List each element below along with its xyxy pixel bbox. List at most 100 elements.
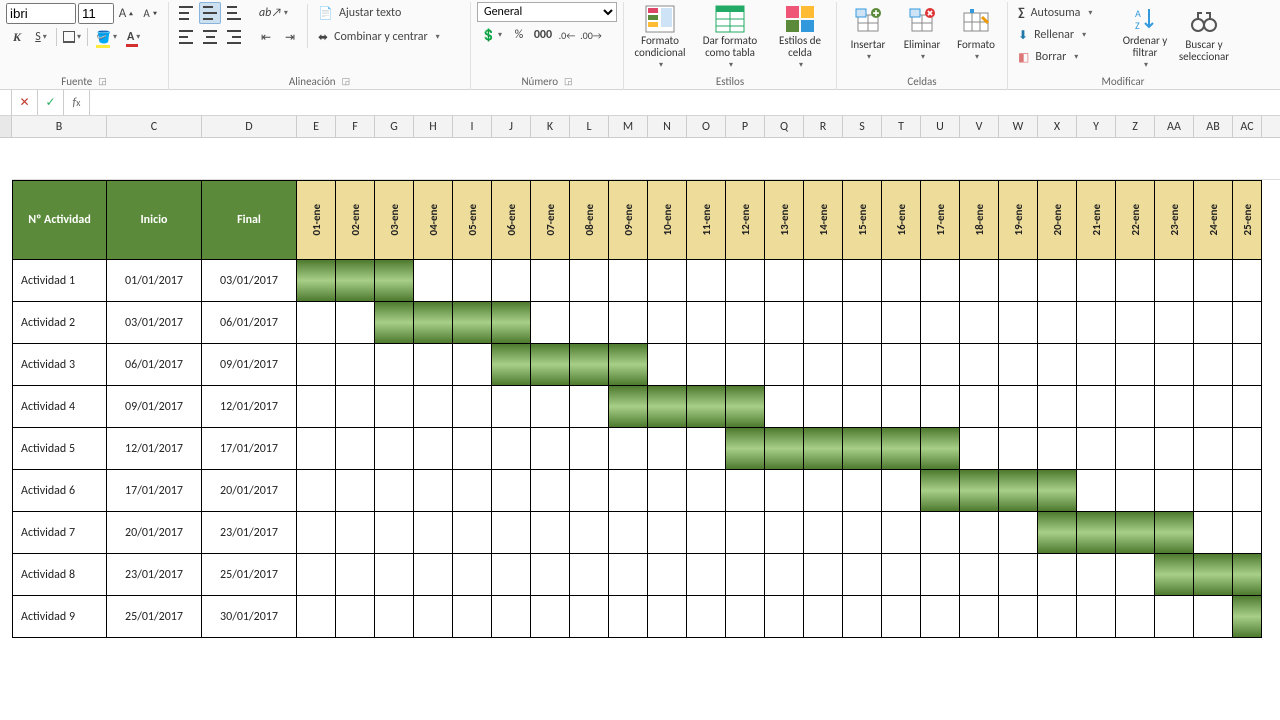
gantt-empty-cell[interactable] — [1077, 344, 1116, 386]
gantt-bar-cell[interactable] — [999, 470, 1038, 512]
font-size-select[interactable] — [78, 3, 114, 24]
conditional-format-button[interactable]: Formato condicional▾ — [630, 2, 690, 68]
gantt-empty-cell[interactable] — [531, 302, 570, 344]
gantt-empty-cell[interactable] — [1155, 344, 1194, 386]
gantt-empty-cell[interactable] — [453, 470, 492, 512]
gantt-empty-cell[interactable] — [843, 344, 882, 386]
gantt-bar-cell[interactable] — [492, 344, 531, 386]
gantt-empty-cell[interactable] — [960, 386, 999, 428]
gantt-bar-cell[interactable] — [297, 260, 336, 302]
gantt-empty-cell[interactable] — [1194, 260, 1233, 302]
gantt-empty-cell[interactable] — [1077, 386, 1116, 428]
gantt-empty-cell[interactable] — [375, 596, 414, 638]
activity-name-cell[interactable]: Actividad 9 — [12, 596, 107, 638]
number-format-select[interactable]: General — [477, 2, 617, 22]
gantt-empty-cell[interactable] — [336, 428, 375, 470]
gantt-empty-cell[interactable] — [531, 554, 570, 596]
gantt-empty-cell[interactable] — [609, 554, 648, 596]
gantt-empty-cell[interactable] — [843, 512, 882, 554]
gantt-empty-cell[interactable] — [1116, 596, 1155, 638]
gantt-empty-cell[interactable] — [453, 428, 492, 470]
decrease-indent-button[interactable]: ⇤ — [255, 26, 277, 48]
find-select-button[interactable]: Buscar y seleccionar — [1176, 2, 1232, 68]
delete-button[interactable]: ✖ Eliminar▾ — [897, 2, 947, 68]
gantt-empty-cell[interactable] — [414, 554, 453, 596]
border-button[interactable]: ▾ — [61, 26, 83, 48]
gantt-bar-cell[interactable] — [1038, 470, 1077, 512]
activity-name-cell[interactable]: Actividad 8 — [12, 554, 107, 596]
gantt-empty-cell[interactable] — [570, 260, 609, 302]
insert-button[interactable]: ✚ Insertar▾ — [843, 2, 893, 68]
day-header[interactable]: 21-ene — [1077, 180, 1116, 260]
comma-format-button[interactable]: 000 — [532, 24, 554, 46]
col-header-N[interactable]: N — [648, 116, 687, 137]
decrease-decimal-button[interactable]: .00→ — [580, 24, 602, 46]
gantt-empty-cell[interactable] — [1233, 260, 1262, 302]
gantt-empty-cell[interactable] — [804, 512, 843, 554]
gantt-empty-cell[interactable] — [804, 302, 843, 344]
day-header[interactable]: 01-ene — [297, 180, 336, 260]
autosum-button[interactable]: ∑Autosuma▾ — [1014, 2, 1114, 24]
gantt-bar-cell[interactable] — [375, 302, 414, 344]
gantt-empty-cell[interactable] — [297, 302, 336, 344]
name-box[interactable] — [0, 90, 12, 115]
gantt-empty-cell[interactable] — [921, 512, 960, 554]
gantt-empty-cell[interactable] — [960, 302, 999, 344]
end-date-cell[interactable]: 12/01/2017 — [202, 386, 297, 428]
gantt-empty-cell[interactable] — [1077, 470, 1116, 512]
gantt-empty-cell[interactable] — [297, 596, 336, 638]
gantt-empty-cell[interactable] — [414, 512, 453, 554]
gantt-empty-cell[interactable] — [1038, 302, 1077, 344]
gantt-empty-cell[interactable] — [960, 260, 999, 302]
gantt-empty-cell[interactable] — [921, 302, 960, 344]
gantt-empty-cell[interactable] — [960, 428, 999, 470]
gantt-empty-cell[interactable] — [921, 554, 960, 596]
activity-name-cell[interactable]: Actividad 2 — [12, 302, 107, 344]
gantt-empty-cell[interactable] — [297, 386, 336, 428]
gantt-empty-cell[interactable] — [882, 302, 921, 344]
activity-name-cell[interactable]: Actividad 3 — [12, 344, 107, 386]
number-dialog-launcher[interactable]: ◲ — [564, 76, 573, 87]
gantt-empty-cell[interactable] — [726, 302, 765, 344]
gantt-empty-cell[interactable] — [375, 512, 414, 554]
underline-button[interactable]: S▾ — [30, 26, 52, 48]
worksheet[interactable]: Nº Actividad Inicio Final 01-ene02-ene03… — [0, 138, 1280, 638]
gantt-empty-cell[interactable] — [726, 554, 765, 596]
increase-indent-button[interactable]: ⇥ — [279, 26, 301, 48]
start-date-cell[interactable]: 12/01/2017 — [107, 428, 202, 470]
end-date-cell[interactable]: 17/01/2017 — [202, 428, 297, 470]
gantt-empty-cell[interactable] — [531, 596, 570, 638]
gantt-empty-cell[interactable] — [531, 512, 570, 554]
gantt-empty-cell[interactable] — [882, 260, 921, 302]
gantt-empty-cell[interactable] — [843, 596, 882, 638]
gantt-empty-cell[interactable] — [648, 428, 687, 470]
align-dialog-launcher[interactable]: ◲ — [342, 76, 351, 87]
cancel-edit-button[interactable]: ✕ — [12, 90, 38, 115]
align-top-button[interactable] — [175, 2, 197, 24]
accounting-format-button[interactable]: 💲▾ — [477, 24, 506, 46]
col-header-F[interactable]: F — [336, 116, 375, 137]
end-date-cell[interactable]: 30/01/2017 — [202, 596, 297, 638]
gantt-empty-cell[interactable] — [1194, 386, 1233, 428]
gantt-empty-cell[interactable] — [804, 554, 843, 596]
day-header[interactable]: 23-ene — [1155, 180, 1194, 260]
gantt-empty-cell[interactable] — [1155, 302, 1194, 344]
align-right-button[interactable] — [223, 26, 245, 48]
gantt-empty-cell[interactable] — [726, 512, 765, 554]
gantt-empty-cell[interactable] — [492, 596, 531, 638]
gantt-empty-cell[interactable] — [765, 596, 804, 638]
gantt-empty-cell[interactable] — [999, 386, 1038, 428]
col-header-Z[interactable]: Z — [1116, 116, 1155, 137]
gantt-empty-cell[interactable] — [297, 344, 336, 386]
gantt-empty-cell[interactable] — [453, 554, 492, 596]
gantt-empty-cell[interactable] — [1038, 596, 1077, 638]
end-date-cell[interactable]: 06/01/2017 — [202, 302, 297, 344]
gantt-bar-cell[interactable] — [882, 428, 921, 470]
start-date-cell[interactable]: 17/01/2017 — [107, 470, 202, 512]
gantt-empty-cell[interactable] — [336, 512, 375, 554]
gantt-empty-cell[interactable] — [1038, 554, 1077, 596]
gantt-bar-cell[interactable] — [492, 302, 531, 344]
gantt-empty-cell[interactable] — [726, 596, 765, 638]
gantt-empty-cell[interactable] — [765, 344, 804, 386]
gantt-empty-cell[interactable] — [1194, 512, 1233, 554]
